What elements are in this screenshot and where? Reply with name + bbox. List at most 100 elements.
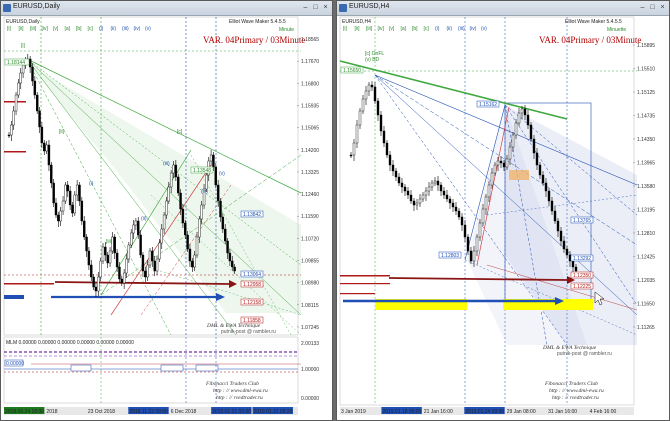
time-tick-label: 23 Oct 2018 [88,409,115,415]
indicator-name: Elliot Wave Maker 5.4.5.5 [565,19,622,25]
wave-toolbar-item[interactable]: [iv] [378,26,385,32]
candle-body [493,164,497,174]
candle-body [115,252,119,268]
close-icon[interactable]: × [658,3,667,12]
wave-toolbar-item[interactable]: [c] [88,26,94,32]
candle-body [406,190,410,196]
wave-toolbar-item[interactable]: (ii) [447,26,453,32]
wave-toolbar-item[interactable]: (i) [435,26,440,32]
wave-toolbar-item[interactable]: (i) [99,26,104,32]
price-chart-h4[interactable]: [c] OnFL (v) BD 1.15650 1.15162 1.13765 … [337,15,669,420]
time-tick-label: 2019.01.01 00:00 [212,409,251,415]
candle-body [433,180,437,184]
candle-body [400,182,404,188]
wave-toolbar-item[interactable]: (iii) [122,26,129,32]
window-title: EURUSD,Daily [13,3,61,10]
wave-toolbar-item[interactable]: [iv] [42,26,49,32]
wave-label: (v) [219,171,225,177]
chart-window-eurusd-daily[interactable]: EURUSD,Daily – □ × [i] [ii] [iii] [c] (i… [0,0,333,421]
candle-body [505,158,509,168]
price-chart-daily[interactable]: [i] [ii] [iii] [c] (i) (ii) (iii) (iv) (… [1,15,332,420]
candle-body [165,200,168,216]
wave-toolbar-item[interactable]: [a] [65,26,71,32]
wave-toolbar-item[interactable]: [iii] [366,26,373,32]
indicator-name: Elliot Wave Maker 5.4.5.5 [229,19,286,25]
candle-body [75,184,79,196]
candle-body [487,184,491,198]
svg-text:1.12158: 1.12158 [243,300,261,306]
wave-toolbar-item[interactable]: [i] [343,26,348,32]
candle-body [17,82,20,96]
wave-toolbar-item[interactable]: [a] [401,26,407,32]
wave-toolbar-item[interactable]: [ii] [355,26,361,32]
candle-body [439,184,443,192]
wave-toolbar-item[interactable]: [i] [7,26,12,32]
maximize-icon[interactable]: □ [311,3,320,12]
candle-body [87,250,91,266]
candle-body [198,218,201,238]
candle-body [85,236,88,252]
chart-symbol-label: EURUSD,H4 [342,19,371,25]
wave-label: (i) [89,181,94,187]
price-box: 1.18144 [4,58,30,66]
minimize-icon[interactable]: – [638,3,647,12]
candle-body [174,164,178,178]
time-axis[interactable]: 2018.09.24 18:00 2018 23 Oct 2018 2018.11.2… [4,407,298,415]
close-icon[interactable]: × [321,3,330,12]
candle-body [179,192,182,210]
candle-body [385,142,389,156]
footer-line: Fibonacci Traders Club [544,381,598,387]
candle-body [382,130,386,144]
price-tick-label: 1.13195 [637,208,655,214]
wave-toolbar-item[interactable]: (iv) [134,26,141,32]
candle-body [532,138,536,154]
svg-text:1.12350: 1.12350 [573,273,591,279]
candle-body [451,202,455,208]
candle-body [12,110,15,126]
candle-body [184,222,187,236]
window-titlebar[interactable]: EURUSD,H4 – □ × [337,1,669,16]
time-axis[interactable]: 3 Jan 2019 2019.01.18 05:00 21 Jan 16:00 20… [340,407,634,415]
candle-body [529,124,533,140]
candle-body [436,180,440,186]
wave-toolbar-item[interactable]: [v] [389,26,395,32]
svg-text:1.13064: 1.13064 [243,272,261,278]
candle-body [550,200,554,212]
wave-toolbar-item[interactable]: [v] [53,26,59,32]
candle-body [355,124,359,144]
price-tick-label: 1.16800 [301,81,319,87]
minimize-icon[interactable]: – [301,3,310,12]
price-tick-label: 1.13965 [637,161,655,167]
wave-toolbar-item[interactable]: [c] [424,26,430,32]
price-box: 1.12803 [438,251,462,259]
candle-body [139,234,142,256]
candle-body [118,266,121,280]
candle-body [520,108,524,114]
time-tick-label: 6 Dec 2018 [171,409,197,415]
candle-body [94,286,98,292]
price-tick-label: 1.11590 [301,214,319,220]
wave-toolbar-item[interactable]: (v) [481,26,487,32]
wave-toolbar-item[interactable]: (ii) [111,26,117,32]
candle-body [172,164,175,174]
svg-text:1.15650: 1.15650 [343,68,361,74]
wave-toolbar-item[interactable]: (iii) [458,26,465,32]
candle-body [478,222,482,238]
wave-toolbar-item[interactable]: [iii] [30,26,37,32]
chart-window-eurusd-h4[interactable]: EURUSD,H4 – □ × [c] OnFL (v) BD 1.15650 … [336,0,670,421]
maximize-icon[interactable]: □ [648,3,657,12]
indicator-axis-label: 1.00000 [301,367,319,373]
candle-body [352,142,356,156]
wave-toolbar-item[interactable]: [ii] [19,26,25,32]
svg-text:1.13842: 1.13842 [243,212,261,218]
candle-body [57,214,60,222]
candle-body [155,258,159,272]
wave-toolbar-item[interactable]: (v) [145,26,151,32]
candle-body [90,264,93,278]
window-title: EURUSD,H4 [349,3,390,10]
candle-body [151,250,154,262]
wave-toolbar-item[interactable]: [b] [76,26,82,32]
wave-toolbar-item[interactable]: (iv) [470,26,477,32]
window-titlebar[interactable]: EURUSD,Daily – □ × [1,1,332,16]
wave-toolbar-item[interactable]: [b] [412,26,418,32]
